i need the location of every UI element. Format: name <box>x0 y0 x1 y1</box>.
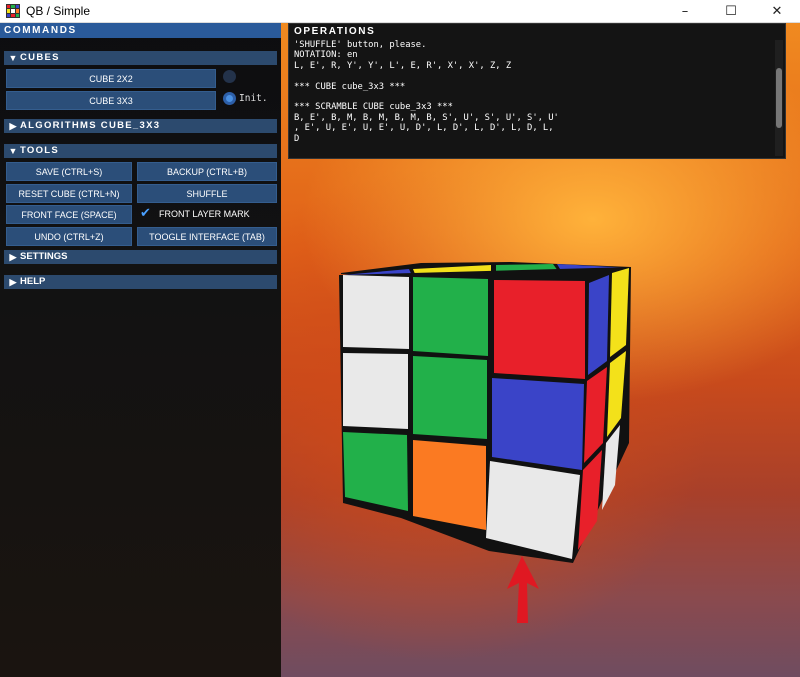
front-sticker <box>343 275 409 349</box>
chevron-down-icon: ▼ <box>8 53 18 63</box>
commands-header: COMMANDS <box>0 23 281 38</box>
front-sticker <box>413 356 487 439</box>
radio-cube-3x3[interactable] <box>223 92 236 105</box>
undo-button[interactable]: UNDO (CTRL+Z) <box>6 227 132 246</box>
operations-scrollbar[interactable] <box>775 40 783 156</box>
log-line: *** CUBE cube_3x3 *** <box>294 81 406 92</box>
backup-button[interactable]: BACKUP (CTRL+B) <box>137 162 277 181</box>
log-line: , E', U, E', U, E', U, D', L, D', L, D',… <box>294 123 554 134</box>
radio-init-label: Init. <box>239 93 268 104</box>
chevron-down-icon: ▼ <box>8 146 18 156</box>
operations-log: 'SHUFFLE' button, please. NOTATION: en L… <box>294 40 772 156</box>
front-sticker <box>343 353 408 429</box>
radio-cube-2x2[interactable] <box>223 70 236 83</box>
app-icon <box>6 4 20 18</box>
minimize-button[interactable]: – <box>662 0 708 22</box>
front-layer-mark-label: FRONT LAYER MARK <box>159 209 250 219</box>
right-sticker <box>588 275 609 375</box>
close-button[interactable]: ✕ <box>754 0 800 22</box>
title-bar: QB / Simple – ☐ ✕ <box>0 0 800 23</box>
log-line: B, E', B, M, B, M, B, M, B, S', U', S', … <box>294 112 559 123</box>
chevron-right-icon: ▶ <box>9 252 17 262</box>
chevron-right-icon: ▶ <box>9 277 17 287</box>
reset-cube-button[interactable]: RESET CUBE (CTRL+N) <box>6 184 132 203</box>
section-label: SETTINGS <box>20 251 68 262</box>
log-line: 'SHUFFLE' button, please. <box>294 40 427 50</box>
log-line: L, E', R, Y', Y', L', E, R', X', X', Z, … <box>294 60 512 71</box>
cube-3x3-button[interactable]: CUBE 3X3 <box>6 91 216 110</box>
section-label: TOOLS <box>20 145 60 156</box>
log-line: *** SCRAMBLE CUBE cube_3x3 *** <box>294 102 453 113</box>
shuffle-button[interactable]: SHUFFLE <box>137 184 277 203</box>
chevron-right-icon: ▶ <box>9 121 17 131</box>
front-sticker <box>413 440 486 530</box>
section-label: HELP <box>20 276 46 287</box>
checkmark-icon[interactable]: ✔ <box>140 207 154 221</box>
front-sticker <box>413 277 488 356</box>
operations-panel: OPERATIONS 'SHUFFLE' button, please. NOT… <box>288 23 786 159</box>
front-sticker <box>492 378 584 470</box>
front-layer-mark-arrow-icon <box>507 556 539 623</box>
maximize-button[interactable]: ☐ <box>708 0 754 22</box>
toggle-interface-button[interactable]: TOOGLE INTERFACE (TAB) <box>137 227 277 246</box>
section-label: CUBES <box>20 52 60 63</box>
section-algorithms[interactable]: ▶ ALGORITHMS CUBE_3X3 <box>4 119 277 133</box>
commands-panel: COMMANDS ▼ CUBES CUBE 2X2 CUBE 3X3 Init.… <box>0 23 281 677</box>
save-button[interactable]: SAVE (CTRL+S) <box>6 162 132 181</box>
front-sticker <box>494 280 585 379</box>
section-cubes[interactable]: ▼ CUBES <box>4 51 277 65</box>
section-help[interactable]: ▶ HELP <box>4 275 277 289</box>
cube-2x2-button[interactable]: CUBE 2X2 <box>6 69 216 88</box>
log-line: NOTATION: en <box>294 50 358 61</box>
section-settings[interactable]: ▶ SETTINGS <box>4 250 277 264</box>
scrollbar-thumb[interactable] <box>776 68 782 128</box>
front-face-button[interactable]: FRONT FACE (SPACE) <box>6 205 132 224</box>
section-label: ALGORITHMS CUBE_3X3 <box>20 120 161 131</box>
section-tools[interactable]: ▼ TOOLS <box>4 144 277 158</box>
operations-title: OPERATIONS <box>294 26 376 37</box>
window-title: QB / Simple <box>26 4 91 18</box>
log-line: D <box>294 133 300 144</box>
